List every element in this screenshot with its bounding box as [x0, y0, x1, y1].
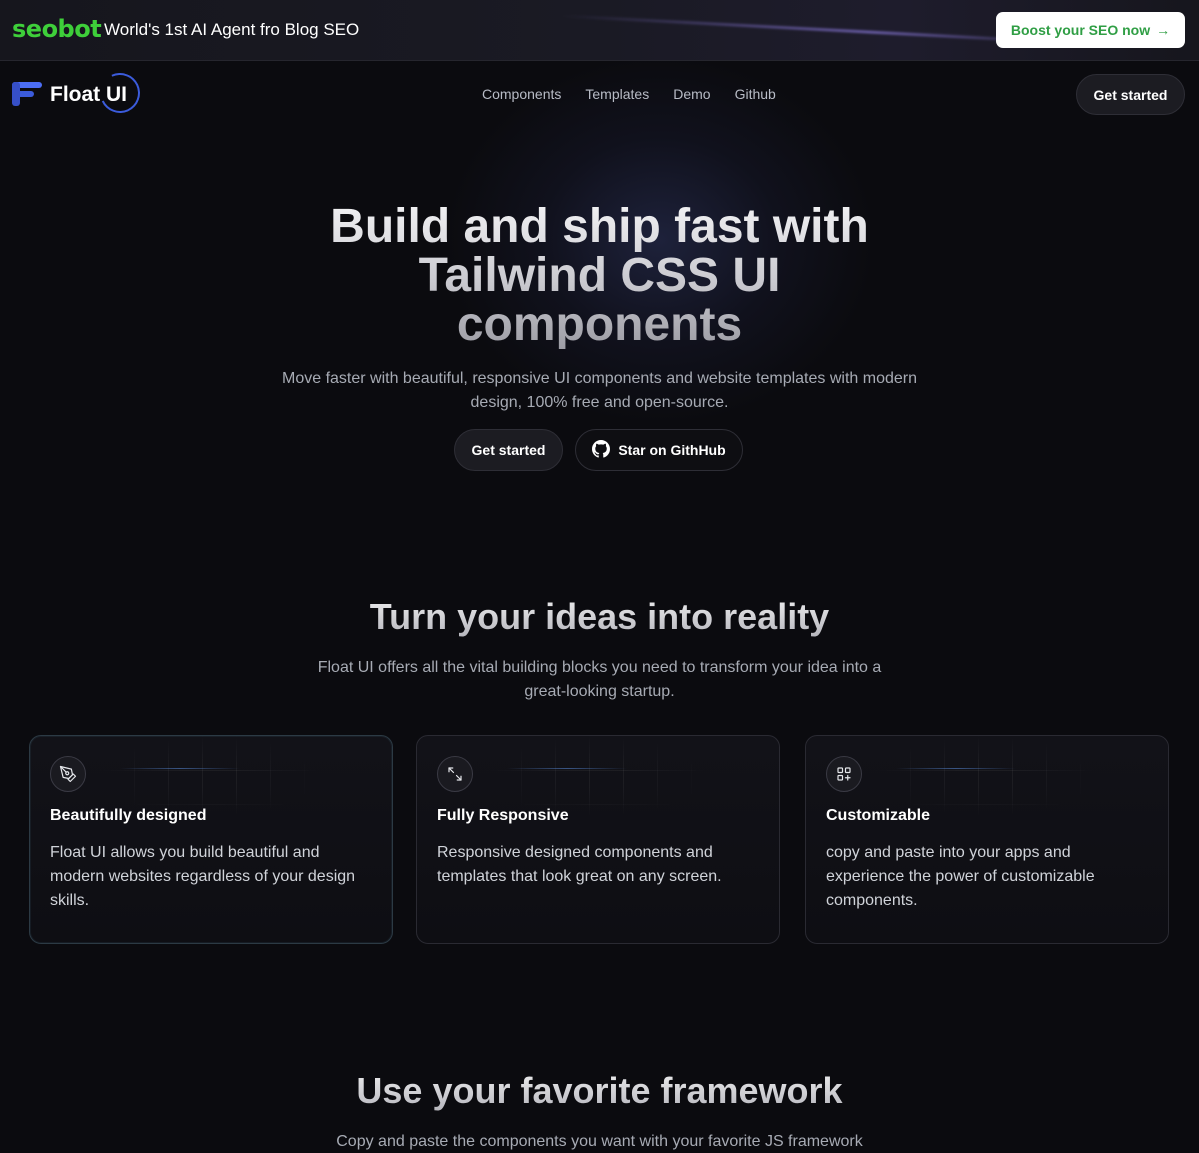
feature-card-beautifully-designed: Beautifully designed Float UI allows you… [29, 735, 393, 944]
features-subtitle: Float UI offers all the vital building b… [317, 659, 882, 700]
boost-seo-button-label: Boost your SEO now [1010, 22, 1151, 38]
float-ui-logo[interactable]: Float UI [12, 67, 146, 119]
card-grid-highlight [507, 768, 627, 769]
promo-banner: seobot World's 1st AI Agent fro Blog SEO… [0, 0, 1199, 61]
card-title: Customizable [826, 807, 931, 824]
hero-title: Build and ship fast with Tailwind CSS UI… [0, 202, 1199, 349]
star-on-github-button[interactable]: Star on GithHub [575, 429, 743, 471]
card-title: Beautifully designed [50, 807, 207, 824]
card-grid-highlight [896, 768, 1016, 769]
hero-get-started-button[interactable]: Get started [454, 429, 563, 471]
float-ui-logo-icon [12, 80, 44, 108]
hero-buttons: Get started Star on GithHub [454, 429, 743, 471]
pen-tool-icon [50, 756, 86, 792]
card-title: Fully Responsive [437, 807, 569, 824]
star-on-github-label: Star on GithHub [618, 442, 726, 458]
card-grid-pattern [876, 736, 1096, 816]
header-get-started-button[interactable]: Get started [1076, 74, 1185, 115]
card-grid-pattern [487, 736, 707, 816]
frameworks-subtitle: Copy and paste the components you want w… [336, 1133, 863, 1150]
card-description: copy and paste into your apps and experi… [826, 844, 1095, 909]
card-grid-pattern [100, 736, 320, 816]
main-nav: Components Templates Demo Github [482, 86, 776, 102]
github-icon [592, 439, 611, 461]
arrow-right-icon: → [1156, 22, 1171, 38]
hero-subtitle: Move faster with beautiful, responsive U… [282, 370, 917, 411]
expand-arrows-icon [437, 756, 473, 792]
grid-plus-icon [826, 756, 862, 792]
card-grid-highlight [120, 768, 240, 769]
nav-github[interactable]: Github [735, 86, 776, 102]
card-description: Responsive designed components and templ… [437, 844, 722, 885]
frameworks-title: Use your favorite framework [0, 1070, 1199, 1112]
feature-card-fully-responsive: Fully Responsive Responsive designed com… [416, 735, 780, 944]
hero-title-line-3: components [456, 298, 743, 351]
feature-card-customizable: Customizable copy and paste into your ap… [805, 735, 1169, 944]
boost-seo-button[interactable]: Boost your SEO now → [996, 12, 1185, 48]
hero-title-line-1: Build and ship fast with [330, 200, 869, 253]
nav-demo[interactable]: Demo [673, 86, 710, 102]
banner-text: World's 1st AI Agent fro Blog SEO [104, 20, 360, 39]
nav-components[interactable]: Components [482, 86, 561, 102]
logo-ring [94, 67, 146, 119]
seobot-logo[interactable]: seobot [12, 15, 102, 43]
features-title: Turn your ideas into reality [0, 596, 1199, 638]
nav-templates[interactable]: Templates [585, 86, 649, 102]
card-description: Float UI allows you build beautiful and … [50, 844, 356, 909]
hero-title-line-2: Tailwind CSS UI [418, 249, 781, 302]
